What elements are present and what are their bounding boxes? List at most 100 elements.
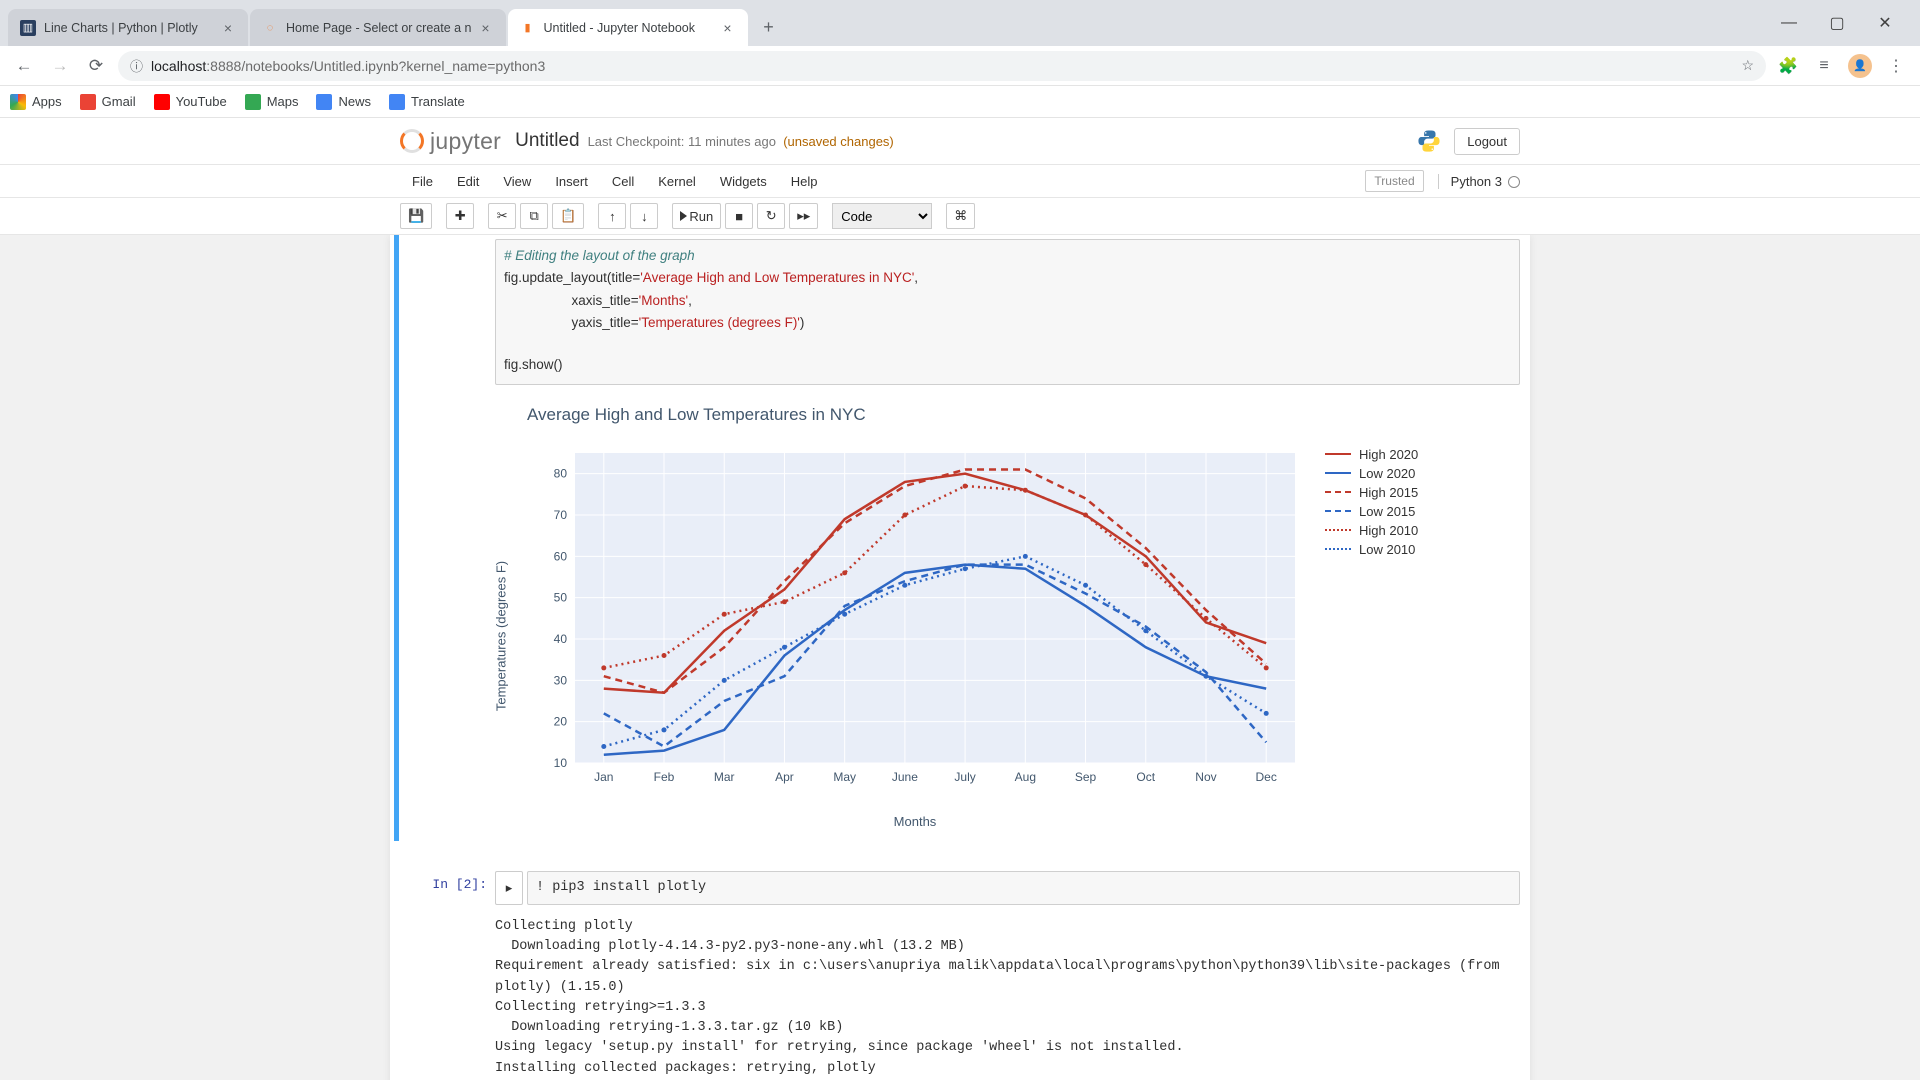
trusted-indicator[interactable]: Trusted [1365,170,1423,192]
code-cell[interactable]: In [2]: ▸ ! pip3 install plotly [394,867,1526,909]
menu-widgets[interactable]: Widgets [708,174,779,189]
legend-item[interactable]: High 2020 [1325,447,1418,462]
svg-text:40: 40 [554,632,568,646]
restart-run-all-button[interactable]: ▸▸ [789,203,818,229]
menu-help[interactable]: Help [779,174,830,189]
kernel-name[interactable]: Python 3 [1438,174,1520,189]
reload-button[interactable]: ⟳ [82,52,110,80]
legend-swatch-icon [1325,453,1351,455]
svg-text:Sep: Sep [1075,770,1097,784]
jupyter-logo-icon [400,129,424,153]
url-text: localhost:8888/notebooks/Untitled.ipynb?… [151,58,545,74]
legend-label: High 2010 [1359,523,1418,538]
tab-title: Line Charts | Python | Plotly [44,21,214,35]
reading-list-icon[interactable]: ≡ [1810,52,1838,80]
run-button[interactable]: Run [672,203,721,229]
close-icon[interactable]: × [720,20,736,36]
legend-item[interactable]: Low 2010 [1325,542,1418,557]
paste-button[interactable]: 📋 [552,203,584,229]
legend-swatch-icon [1325,491,1351,493]
cell-type-select[interactable]: Code [832,203,932,229]
close-icon[interactable]: × [478,20,494,36]
svg-text:Aug: Aug [1015,770,1036,784]
add-cell-button[interactable]: ✚ [446,203,474,229]
line-chart[interactable]: Temperatures (degrees F) 102030405060708… [525,443,1305,829]
svg-text:July: July [954,770,975,784]
site-info-icon[interactable]: ⓘ [130,56,143,75]
new-tab-button[interactable]: + [754,12,784,42]
notebook-name[interactable]: Untitled [515,130,579,152]
bookmark-youtube[interactable]: YouTube [154,94,227,110]
copy-button[interactable]: ⧉ [520,203,548,229]
command-palette-button[interactable]: ⌘ [946,203,975,229]
menu-edit[interactable]: Edit [445,174,491,189]
browser-tab-active[interactable]: ▮ Untitled - Jupyter Notebook × [508,9,748,46]
move-up-button[interactable]: ↑ [598,203,626,229]
legend-label: High 2015 [1359,485,1418,500]
logout-button[interactable]: Logout [1454,128,1520,155]
legend-swatch-icon [1325,472,1351,474]
run-cell-button[interactable]: ▸ [495,871,523,905]
minimize-icon[interactable]: — [1766,7,1812,39]
svg-text:60: 60 [554,549,568,563]
code-editor[interactable]: ! pip3 install plotly [527,871,1520,905]
bookmark-star-icon[interactable]: ☆ [1741,57,1754,74]
input-prompt: In [2]: [400,871,495,905]
chart-legend[interactable]: High 2020 Low 2020 High 2015 Low 2015 High 2… [1325,443,1418,829]
bookmarks-bar: Apps Gmail YouTube Maps News Translate [0,86,1920,118]
extensions-icon[interactable]: 🧩 [1774,52,1802,80]
close-icon[interactable]: × [220,20,236,36]
kernel-status-icon [1508,176,1520,188]
legend-item[interactable]: Low 2015 [1325,504,1418,519]
profile-avatar[interactable]: 👤 [1846,52,1874,80]
legend-swatch-icon [1325,529,1351,531]
menu-insert[interactable]: Insert [543,174,600,189]
output-cell: Collecting plotly Downloading plotly-4.1… [394,909,1526,1080]
y-axis-label: Temperatures (degrees F) [494,560,509,710]
stdout-text: Collecting plotly Downloading plotly-4.1… [495,913,1520,1080]
svg-text:50: 50 [554,590,568,604]
svg-text:80: 80 [554,466,568,480]
checkpoint-status: Last Checkpoint: 11 minutes ago (unsaved… [588,134,894,149]
cut-button[interactable]: ✂ [488,203,516,229]
bookmark-news[interactable]: News [316,94,371,110]
menu-view[interactable]: View [491,174,543,189]
menubar: File Edit View Insert Cell Kernel Widget… [390,165,1530,197]
legend-item[interactable]: Low 2020 [1325,466,1418,481]
code-editor[interactable]: # Editing the layout of the graph fig.up… [495,239,1520,385]
plotly-favicon-icon: ▥ [20,20,36,36]
browser-tab[interactable]: ▥ Line Charts | Python | Plotly × [8,9,248,46]
bookmark-gmail[interactable]: Gmail [80,94,136,110]
svg-text:June: June [892,770,918,784]
tab-title: Untitled - Jupyter Notebook [544,21,714,35]
restart-button[interactable]: ↻ [757,203,785,229]
save-button[interactable]: 💾 [400,203,432,229]
bookmark-maps[interactable]: Maps [245,94,299,110]
legend-item[interactable]: High 2015 [1325,485,1418,500]
close-window-icon[interactable]: ✕ [1862,7,1908,39]
notebook-toolbar: 💾 ✚ ✂ ⧉ 📋 ↑ ↓ Run ■ ↻ ▸▸ Code ⌘ [390,198,1530,234]
interrupt-button[interactable]: ■ [725,203,753,229]
chrome-menu-icon[interactable]: ⋮ [1882,52,1910,80]
svg-text:10: 10 [554,756,568,770]
back-button[interactable]: ← [10,52,38,80]
jupyter-logo[interactable]: jupyter [400,128,501,155]
svg-text:70: 70 [554,508,568,522]
menu-kernel[interactable]: Kernel [646,174,708,189]
bookmark-translate[interactable]: Translate [389,94,465,110]
move-down-button[interactable]: ↓ [630,203,658,229]
address-bar[interactable]: ⓘ localhost:8888/notebooks/Untitled.ipyn… [118,51,1766,81]
forward-button[interactable]: → [46,52,74,80]
save-icon: 💾 [408,208,424,224]
svg-text:May: May [833,770,856,784]
notebook-favicon-icon: ▮ [520,20,536,36]
menu-file[interactable]: File [400,174,445,189]
svg-text:20: 20 [554,714,568,728]
menu-cell[interactable]: Cell [600,174,646,189]
apps-shortcut[interactable]: Apps [10,94,62,110]
maximize-icon[interactable]: ▢ [1814,7,1860,39]
browser-tab[interactable]: ◌ Home Page - Select or create a n × [250,9,506,46]
legend-item[interactable]: High 2010 [1325,523,1418,538]
code-cell[interactable]: # Editing the layout of the graph fig.up… [394,235,1526,841]
notebook-scroll-area[interactable]: # Editing the layout of the graph fig.up… [0,235,1920,1080]
